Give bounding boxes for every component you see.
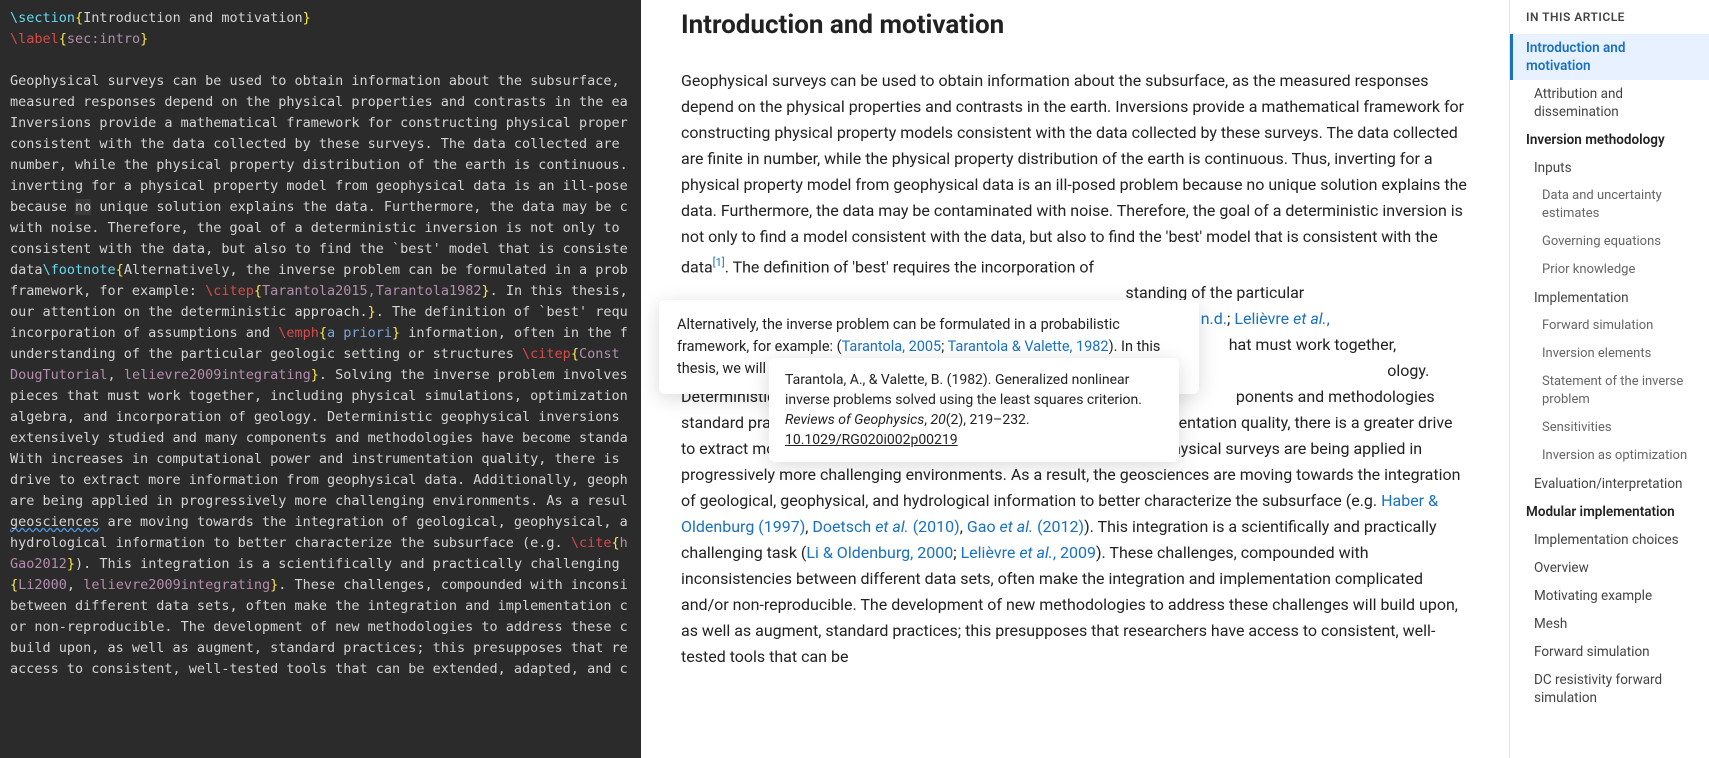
label-arg: sec:intro	[67, 31, 140, 47]
toc-item[interactable]: Statement of the inverse problem	[1510, 368, 1709, 414]
section-command: \section	[10, 10, 75, 26]
citation-link[interactable]: Gao et al. (2012)	[967, 517, 1084, 536]
toc-item[interactable]: Inversion as optimization	[1510, 442, 1709, 470]
toc-heading: IN THIS ARTICLE	[1510, 10, 1709, 34]
toc-item[interactable]: Attribution and dissemination	[1510, 80, 1709, 126]
toc-item[interactable]: Overview	[1510, 554, 1709, 582]
toc-item[interactable]: Introduction and motivation	[1510, 34, 1709, 80]
toc-item[interactable]: Motivating example	[1510, 582, 1709, 610]
citation-link[interactable]: Lelièvre et al., 2009	[961, 543, 1096, 562]
rendered-preview[interactable]: Introduction and motivation Geophysical …	[641, 0, 1509, 758]
cite-command: \cite	[571, 535, 612, 551]
toc-item[interactable]: Implementation choices	[1510, 526, 1709, 554]
toc-item[interactable]: Sensitivities	[1510, 414, 1709, 442]
doi-link[interactable]: 10.1029/RG020i002p00219	[785, 432, 958, 448]
toc-list: Introduction and motivationAttribution a…	[1510, 34, 1709, 712]
toc-item[interactable]: Inversion elements	[1510, 340, 1709, 368]
toc-item[interactable]: Data and uncertainty estimates	[1510, 182, 1709, 228]
toc-item[interactable]: Governing equations	[1510, 228, 1709, 256]
citep-command: \citep	[205, 283, 254, 299]
toc-item[interactable]: Prior knowledge	[1510, 256, 1709, 284]
citation-tooltip: Tarantola, A., & Valette, B. (1982). Gen…	[769, 358, 1179, 462]
toc-item[interactable]: DC resistivity forward simulation	[1510, 666, 1709, 712]
citation-link[interactable]: Doetsch et al. (2010)	[812, 517, 959, 536]
toc-item[interactable]: Mesh	[1510, 610, 1709, 638]
cursor-word: no	[75, 199, 91, 215]
footnote-command: \footnote	[43, 262, 116, 278]
toc-item[interactable]: Implementation	[1510, 284, 1709, 312]
citation-link[interactable]: Lelièvre et al.,	[1234, 309, 1329, 328]
toc-item[interactable]: Forward simulation	[1510, 638, 1709, 666]
toc-item[interactable]: Modular implementation	[1510, 498, 1709, 526]
toc-item[interactable]: Inversion methodology	[1510, 126, 1709, 154]
toc-item[interactable]: Evaluation/interpretation	[1510, 470, 1709, 498]
spellcheck-underline: geosciences	[10, 514, 99, 530]
table-of-contents: IN THIS ARTICLE Introduction and motivat…	[1509, 0, 1709, 758]
emph-command: \emph	[278, 325, 319, 341]
label-command: \label	[10, 31, 59, 47]
footnote-marker[interactable]: [1]	[713, 256, 725, 269]
toc-item[interactable]: Forward simulation	[1510, 312, 1709, 340]
citation-link[interactable]: Li & Oldenburg, 2000	[806, 543, 953, 562]
citation-link[interactable]: Tarantola, 2005	[842, 338, 942, 355]
latex-source-editor[interactable]: \section{Introduction and motivation} \l…	[0, 0, 641, 758]
toc-item[interactable]: Inputs	[1510, 154, 1709, 182]
section-heading: Introduction and motivation	[681, 10, 1469, 40]
citation-link[interactable]: Tarantola & Valette, 1982	[948, 338, 1109, 355]
section-title-arg: Introduction and motivation	[83, 10, 302, 26]
